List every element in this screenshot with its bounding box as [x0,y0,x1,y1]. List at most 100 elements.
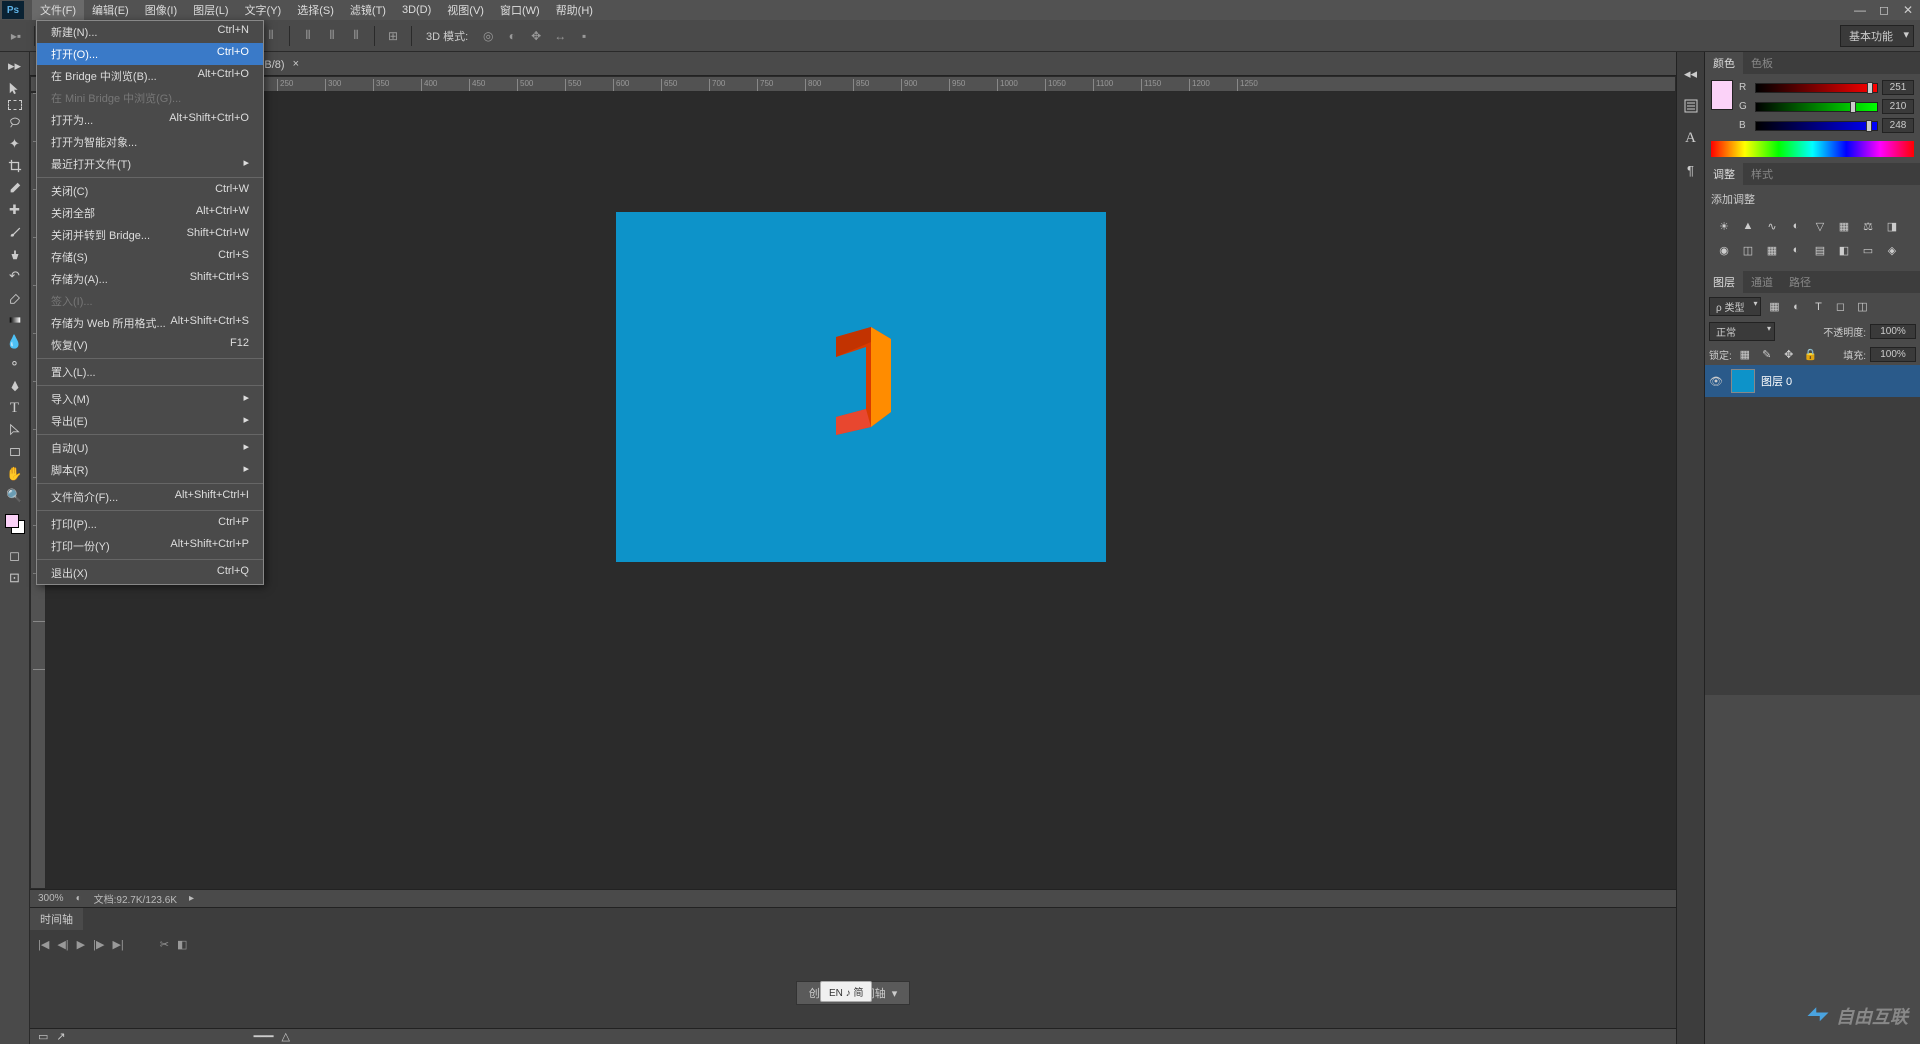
lock-pixels-icon[interactable]: ✎ [1758,345,1776,363]
menu-item[interactable]: 打印(P)...Ctrl+P [37,513,263,535]
lock-transparent-icon[interactable]: ▦ [1736,345,1754,363]
filter-pixel-icon[interactable]: ▦ [1765,298,1783,316]
type-tool[interactable]: T [3,398,27,418]
menu-item[interactable]: 自动(U) [37,437,263,459]
auto-align-icon[interactable]: ⊞ [383,26,403,46]
status-icon[interactable]: ◐ [76,893,82,904]
layer-row[interactable]: 👁 图层 0 [1705,365,1920,397]
eraser-tool[interactable] [3,288,27,308]
curves-icon[interactable]: ∿ [1763,217,1781,235]
menu-image[interactable]: 图像(I) [137,0,185,20]
bottom-icon-1[interactable]: ▭ [38,1030,48,1043]
workspace-selector[interactable]: 基本功能 [1840,25,1914,47]
selective-color-icon[interactable]: ◈ [1883,241,1901,259]
gradient-tool[interactable] [3,310,27,330]
tl-scissors-icon[interactable]: ✂ [160,938,169,951]
foreground-color[interactable] [5,514,19,528]
layer-kind-filter[interactable]: ρ 类型 [1709,297,1761,316]
zoom-percent[interactable]: 300% [38,893,64,904]
menu-help[interactable]: 帮助(H) [548,0,601,20]
channels-panel-tab[interactable]: 通道 [1743,271,1781,293]
menu-item[interactable]: 打开为...Alt+Shift+Ctrl+O [37,109,263,131]
magic-wand-tool[interactable]: ✦ [3,134,27,154]
filter-adjust-icon[interactable]: ◐ [1787,298,1805,316]
distribute-icon4[interactable]: ⦀ [298,26,318,46]
layer-thumbnail[interactable] [1731,369,1755,393]
b-value-input[interactable] [1882,118,1914,133]
tl-prev-frame-icon[interactable]: ◀| [57,938,68,951]
threshold-icon[interactable]: ◧ [1835,241,1853,259]
posterize-icon[interactable]: ▤ [1811,241,1829,259]
collapse-dock-icon[interactable]: ◂◂ [1681,64,1701,84]
layers-panel-tab[interactable]: 图层 [1705,271,1743,293]
brush-tool[interactable] [3,222,27,242]
g-slider[interactable] [1755,102,1878,112]
menu-item[interactable]: 打印一份(Y)Alt+Shift+Ctrl+P [37,535,263,557]
pen-tool[interactable] [3,376,27,396]
layer-visibility-icon[interactable]: 👁 [1709,375,1725,388]
distribute-icon5[interactable]: ⦀ [322,26,342,46]
menu-item[interactable]: 存储为 Web 所用格式...Alt+Shift+Ctrl+S [37,312,263,334]
brightness-icon[interactable]: ☀ [1715,217,1733,235]
r-value-input[interactable] [1882,80,1914,95]
color-spectrum[interactable] [1711,141,1914,157]
hue-icon[interactable]: ▦ [1835,217,1853,235]
paths-panel-tab[interactable]: 路径 [1781,271,1819,293]
menu-item[interactable]: 存储(S)Ctrl+S [37,246,263,268]
tl-transition-icon[interactable]: ◧ [177,938,187,951]
levels-icon[interactable]: ▲ [1739,217,1757,235]
lasso-tool[interactable] [3,112,27,132]
slider-thumb-icon[interactable]: △ [282,1030,290,1043]
slider-track[interactable]: ━━━ [254,1030,274,1043]
invert-icon[interactable]: ◐ [1787,241,1805,259]
healing-brush-tool[interactable]: ✚ [3,200,27,220]
hand-tool[interactable]: ✋ [3,464,27,484]
menu-text[interactable]: 文字(Y) [237,0,290,20]
menu-view[interactable]: 视图(V) [439,0,492,20]
menu-item[interactable]: 导出(E) [37,410,263,432]
menu-3d[interactable]: 3D(D) [394,2,439,18]
path-selection-tool[interactable] [3,420,27,440]
3d-roll-icon[interactable]: ◐ [502,26,522,46]
menu-item[interactable]: 存储为(A)...Shift+Ctrl+S [37,268,263,290]
menu-window[interactable]: 窗口(W) [492,0,548,20]
blur-tool[interactable]: 💧 [3,332,27,352]
timeline-tab[interactable]: 时间轴 [30,908,83,930]
3d-orbit-icon[interactable]: ◎ [478,26,498,46]
tl-play-icon[interactable]: ▶ [77,938,85,951]
tl-first-frame-icon[interactable]: |◀ [38,938,49,951]
channel-mixer-icon[interactable]: ◫ [1739,241,1757,259]
b-slider[interactable] [1755,121,1878,131]
shape-tool[interactable] [3,442,27,462]
bottom-icon-2[interactable]: ↗ [56,1030,65,1043]
menu-item[interactable]: 脚本(R) [37,459,263,481]
menu-item[interactable]: 关闭并转到 Bridge...Shift+Ctrl+W [37,224,263,246]
menu-item[interactable]: 最近打开文件(T) [37,153,263,175]
exposure-icon[interactable]: ◐ [1787,217,1805,235]
document-tab[interactable]: 2022-10-04_093128.png @ 100% (图层 1, RGB/… [30,52,1676,76]
3d-pan-icon[interactable]: ✥ [526,26,546,46]
marquee-tool[interactable] [8,100,22,110]
canvas-viewport[interactable] [46,92,1676,889]
blend-mode-select[interactable]: 正常 [1709,322,1775,341]
color-panel-tab[interactable]: 颜色 [1705,52,1743,74]
eyedropper-tool[interactable] [3,178,27,198]
color-balance-icon[interactable]: ⚖ [1859,217,1877,235]
dodge-tool[interactable]: ⚬ [3,354,27,374]
bw-icon[interactable]: ◨ [1883,217,1901,235]
opacity-input[interactable]: 100% [1870,324,1916,339]
menu-item[interactable]: 在 Bridge 中浏览(B)...Alt+Ctrl+O [37,65,263,87]
tl-next-frame-icon[interactable]: |▶ [93,938,104,951]
vibrance-icon[interactable]: ▽ [1811,217,1829,235]
menu-item[interactable]: 退出(X)Ctrl+Q [37,562,263,584]
menu-item[interactable]: 关闭(C)Ctrl+W [37,180,263,202]
zoom-tool[interactable]: 🔍 [3,486,27,506]
menu-file[interactable]: 文件(F) [32,0,84,20]
menu-item[interactable]: 关闭全部Alt+Ctrl+W [37,202,263,224]
close-button[interactable]: ✕ [1896,1,1920,19]
tl-last-frame-icon[interactable]: ▶| [112,938,123,951]
tab-close-icon[interactable]: × [293,58,299,70]
r-slider[interactable] [1755,83,1878,93]
adjustments-panel-tab[interactable]: 调整 [1705,163,1743,185]
lookup-icon[interactable]: ▦ [1763,241,1781,259]
